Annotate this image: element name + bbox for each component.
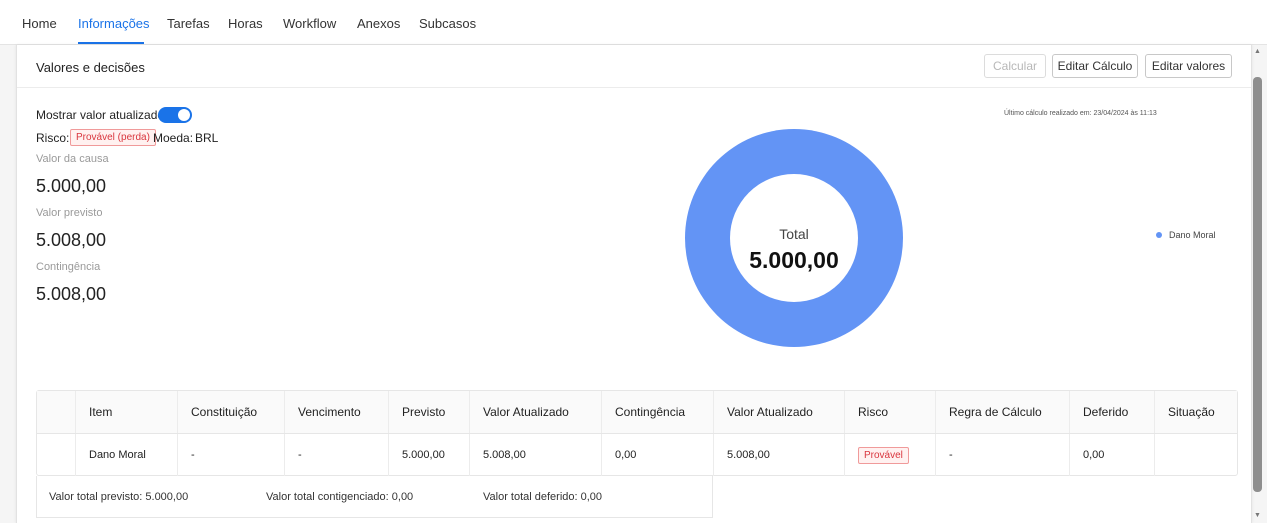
top-navigation: Home Informações Tarefas Horas Workflow …	[0, 0, 1267, 45]
table-header-cell: Risco	[844, 391, 935, 433]
calculate-button[interactable]: Calcular	[984, 54, 1046, 78]
table-cell: 5.000,00	[388, 434, 469, 476]
edit-calculation-button[interactable]: Editar Cálculo	[1052, 54, 1138, 78]
values-table: Item Constituição Vencimento Previsto Va…	[36, 390, 1238, 476]
donut-total-label: Total	[779, 226, 809, 242]
scroll-down-icon[interactable]: ▼	[1253, 512, 1262, 520]
table-cell-risk: Provável	[844, 434, 935, 476]
legend-dot-icon	[1156, 232, 1162, 238]
table-header-cell: Deferido	[1069, 391, 1154, 433]
table-cell: -	[177, 434, 284, 476]
table-header-cell: Contingência	[601, 391, 713, 433]
table-cell	[37, 434, 75, 476]
card-header: Valores e decisões Calcular Editar Cálcu…	[17, 45, 1251, 88]
table-header-cell: Situação	[1154, 391, 1238, 433]
table-cell: 5.008,00	[469, 434, 601, 476]
show-updated-label: Mostrar valor atualizado	[36, 108, 165, 122]
cause-value: 5.000,00	[36, 176, 107, 196]
table-cell	[1154, 434, 1238, 476]
show-updated-toggle[interactable]	[158, 107, 192, 123]
legend-label: Dano Moral	[1169, 230, 1216, 240]
table-cell: -	[284, 434, 388, 476]
currency-label: Moeda:	[153, 131, 194, 145]
table-cell: 0,00	[1069, 434, 1154, 476]
card-title: Valores e decisões	[36, 60, 145, 75]
totals-footer: Valor total previsto: 5.000,00 Valor tot…	[36, 476, 713, 518]
tab-tarefas[interactable]: Tarefas	[167, 16, 210, 31]
donut-total-value: 5.000,00	[749, 247, 839, 273]
table-header: Item Constituição Vencimento Previsto Va…	[37, 391, 1237, 434]
donut-center: Total 5.000,00	[730, 174, 858, 302]
risk-label: Risco:	[36, 131, 70, 145]
table-header-cell: Item	[75, 391, 177, 433]
table-header-cell: Vencimento	[284, 391, 388, 433]
total-contingency: Valor total contigenciado: 0,00	[266, 491, 414, 503]
last-calculation-text: Último cálculo realizado em: 23/04/2024 …	[1004, 110, 1157, 117]
table-cell: -	[935, 434, 1069, 476]
values-card: Valores e decisões Calcular Editar Cálcu…	[16, 45, 1252, 523]
tab-horas[interactable]: Horas	[228, 16, 263, 31]
table-cell: 0,00	[601, 434, 713, 476]
total-expected: Valor total previsto: 5.000,00	[49, 491, 189, 503]
expected-value-label: Valor previsto	[36, 207, 103, 219]
risk-badge: Provável (perda)	[70, 129, 156, 146]
table-header-cell: Constituição	[177, 391, 284, 433]
table-cell: 5.008,00	[713, 434, 844, 476]
tab-workflow[interactable]: Workflow	[283, 16, 336, 31]
contingency-label: Contingência	[36, 261, 101, 273]
currency-value: BRL	[195, 131, 219, 145]
tab-anexos[interactable]: Anexos	[357, 16, 400, 31]
active-tab-indicator	[78, 42, 144, 44]
table-header-cell: Previsto	[388, 391, 469, 433]
table-header-cell: Valor Atualizado	[713, 391, 844, 433]
cause-value-label: Valor da causa	[36, 153, 109, 165]
tab-home[interactable]: Home	[22, 16, 57, 31]
vertical-scrollbar[interactable]	[1253, 77, 1262, 492]
tab-subcasos[interactable]: Subcasos	[419, 16, 476, 31]
contingency-value: 5.008,00	[36, 284, 107, 304]
scroll-up-icon[interactable]: ▲	[1253, 48, 1262, 56]
risk-status-badge: Provável	[858, 446, 909, 464]
expected-value: 5.008,00	[36, 230, 107, 250]
table-header-cell: Valor Atualizado	[469, 391, 601, 433]
total-deferred: Valor total deferido: 0,00	[483, 491, 603, 503]
donut-chart: Total 5.000,00	[685, 129, 903, 347]
toggle-knob	[178, 109, 190, 121]
chart-legend-item[interactable]: Dano Moral	[1156, 230, 1216, 240]
table-row[interactable]: Dano Moral - - 5.000,00 5.008,00 0,00 5.…	[37, 434, 1237, 476]
table-header-cell: Regra de Cálculo	[935, 391, 1069, 433]
tab-informacoes[interactable]: Informações	[78, 16, 150, 31]
edit-values-button[interactable]: Editar valores	[1145, 54, 1232, 78]
table-cell-item: Dano Moral	[75, 434, 177, 476]
table-header-cell	[37, 391, 75, 433]
